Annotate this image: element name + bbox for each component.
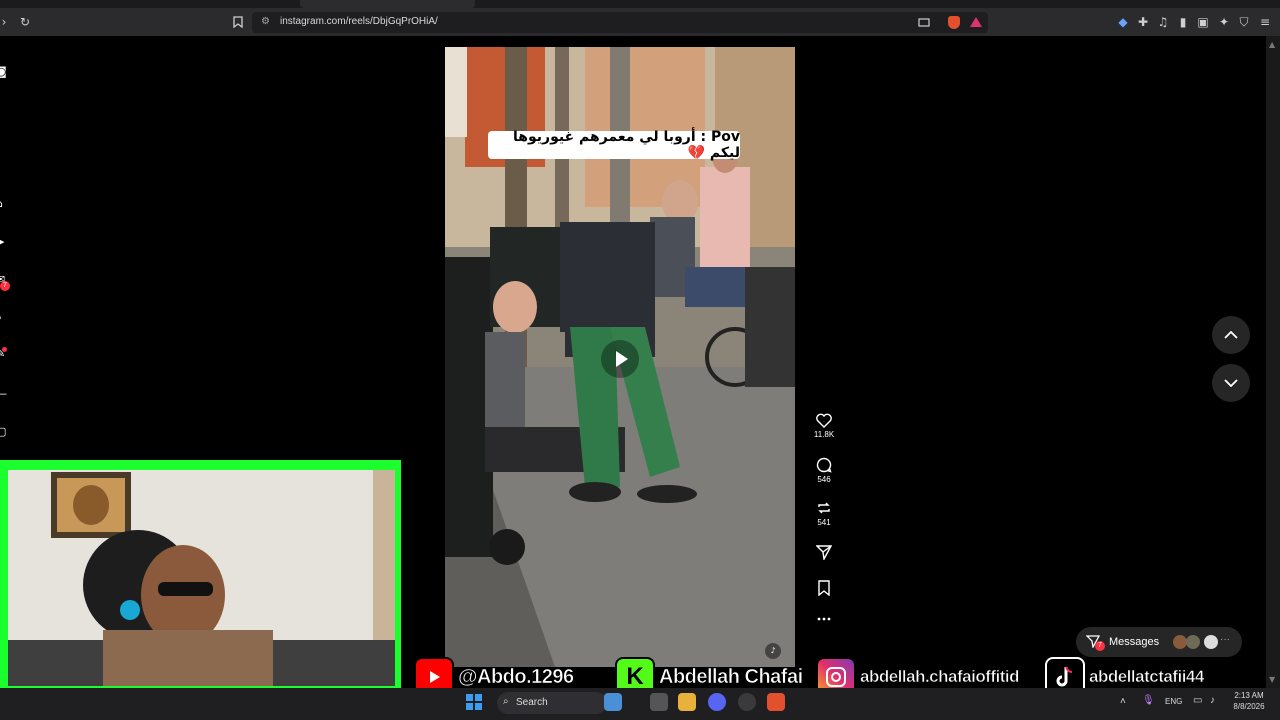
windows-start-icon[interactable] bbox=[466, 694, 482, 710]
reload-icon[interactable]: ↻ bbox=[17, 14, 33, 30]
comment-action[interactable]: 546 bbox=[809, 457, 839, 484]
url-text: instagram.com/reels/DbjGqPrOHiA/ bbox=[280, 16, 438, 27]
search-icon: ⌕ bbox=[503, 696, 509, 707]
tab-strip bbox=[0, 0, 1280, 8]
messages-button[interactable]: 7 Messages ··· bbox=[1076, 627, 1242, 657]
save-icon bbox=[818, 580, 830, 596]
like-count: 11.8K bbox=[813, 430, 835, 439]
explore-dot bbox=[2, 347, 7, 352]
play-icon bbox=[616, 351, 628, 367]
more-avatars-icon: ··· bbox=[1220, 634, 1230, 645]
browser-toolbar: › ↻ ⚙ instagram.com/reels/DbjGqPrOHiA/ ◆… bbox=[0, 8, 1280, 36]
previous-reel-button[interactable] bbox=[1212, 316, 1250, 354]
create-icon[interactable]: — bbox=[0, 388, 8, 400]
address-bar[interactable]: ⚙ instagram.com/reels/DbjGqPrOHiA/ bbox=[252, 12, 988, 33]
language-indicator[interactable]: ENG bbox=[1165, 697, 1182, 706]
brave-rewards-icon[interactable] bbox=[970, 17, 982, 27]
webcam-feed bbox=[8, 470, 395, 686]
microphone-icon[interactable]: 🎙 bbox=[1142, 695, 1155, 706]
weather-app-icon[interactable] bbox=[604, 693, 622, 711]
vpn-icon[interactable]: ⛉ bbox=[1236, 14, 1252, 30]
chevron-up-icon bbox=[1224, 331, 1238, 339]
save-action[interactable] bbox=[809, 580, 839, 596]
extensions-icon[interactable]: ✚ bbox=[1135, 14, 1151, 30]
file-explorer-icon[interactable] bbox=[678, 693, 696, 711]
task-view-icon[interactable] bbox=[650, 693, 668, 711]
notifications-badge: 7 bbox=[0, 281, 10, 291]
avatar bbox=[1173, 635, 1187, 649]
menu-icon[interactable]: ≡ bbox=[1257, 14, 1273, 30]
repost-icon bbox=[818, 502, 830, 514]
reels-icon[interactable]: ▶ bbox=[0, 236, 8, 248]
brave-shields-icon[interactable] bbox=[948, 16, 960, 29]
scroll-up-icon[interactable]: ▲ bbox=[1269, 40, 1275, 49]
discord-icon[interactable] bbox=[708, 693, 726, 711]
more-action[interactable] bbox=[809, 616, 839, 622]
bookmark-icon[interactable] bbox=[230, 14, 246, 30]
heart-icon bbox=[816, 413, 832, 428]
search-nav-icon[interactable]: ⌕ bbox=[0, 312, 8, 324]
scroll-down-icon[interactable]: ▼ bbox=[1269, 675, 1275, 684]
sidebar-icon[interactable]: ▮ bbox=[1175, 14, 1191, 30]
send-icon bbox=[816, 545, 832, 560]
more-icon bbox=[817, 617, 831, 621]
messages-badge: 7 bbox=[1095, 641, 1105, 651]
clock-date: 8/8/2026 bbox=[1233, 702, 1265, 711]
volume-icon[interactable]: ♪ bbox=[1210, 695, 1215, 706]
clock-time: 2:13 AM bbox=[1234, 691, 1264, 700]
obs-icon[interactable] bbox=[738, 693, 756, 711]
comment-count: 546 bbox=[817, 475, 831, 484]
cast-icon[interactable] bbox=[916, 15, 932, 31]
tray-chevron-icon[interactable]: ˄ bbox=[1120, 696, 1126, 707]
site-settings-icon[interactable]: ⚙ bbox=[261, 16, 270, 27]
screen: › ↻ ⚙ instagram.com/reels/DbjGqPrOHiA/ ◆… bbox=[0, 0, 1280, 720]
avatar bbox=[1204, 635, 1218, 649]
chevron-down-icon bbox=[1224, 379, 1238, 387]
search-label: Search bbox=[516, 697, 548, 708]
messages-label: Messages bbox=[1109, 636, 1160, 648]
reel-caption: Pov : أروبا لي معمرهم غيوريوها ليكم 💔 bbox=[488, 129, 740, 161]
comment-icon bbox=[816, 457, 832, 473]
forward-icon[interactable]: › bbox=[0, 14, 12, 30]
brave-taskbar-icon[interactable] bbox=[767, 693, 785, 711]
wallet-icon[interactable]: ▣ bbox=[1195, 14, 1211, 30]
leo-ai-icon[interactable]: ✦ bbox=[1216, 14, 1232, 30]
instagram-logo-icon[interactable]: ◙ bbox=[0, 66, 8, 78]
share-action[interactable] bbox=[809, 545, 839, 560]
repost-action[interactable]: 541 bbox=[809, 500, 839, 527]
next-reel-button[interactable] bbox=[1212, 364, 1250, 402]
system-clock[interactable]: 2:13 AM 8/8/2026 bbox=[1229, 690, 1269, 712]
extension-shield-icon[interactable]: ◆ bbox=[1115, 14, 1131, 30]
home-icon[interactable]: ⌂ bbox=[0, 198, 8, 210]
webcam-image bbox=[8, 470, 395, 686]
repost-count: 541 bbox=[817, 518, 831, 527]
avatar bbox=[1186, 635, 1200, 649]
network-icon[interactable]: ▭ bbox=[1193, 695, 1202, 706]
profile-icon[interactable]: ▢ bbox=[0, 426, 8, 438]
play-button[interactable] bbox=[601, 340, 639, 378]
active-tab[interactable] bbox=[300, 0, 475, 8]
taskbar-search[interactable]: ⌕ Search bbox=[497, 692, 607, 714]
like-action[interactable]: 11.8K bbox=[809, 413, 839, 439]
taskbar bbox=[0, 688, 1280, 720]
page-scrollbar[interactable]: ▲ ▼ bbox=[1266, 36, 1280, 688]
media-icon[interactable]: ♫ bbox=[1155, 14, 1171, 30]
